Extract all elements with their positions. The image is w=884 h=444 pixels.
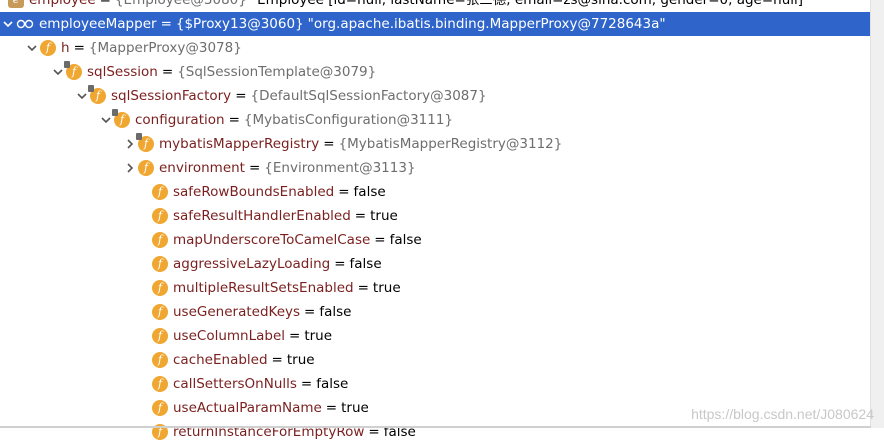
var-name: useActualParamName	[173, 400, 322, 416]
tree-row-environment[interactable]: f environment = {Environment@3113}	[0, 156, 871, 180]
var-name: mapUnderscoreToCamelCase	[173, 232, 371, 248]
tree-row-useColumnLabel[interactable]: f useColumnLabel = true	[0, 324, 871, 348]
var-value: false	[383, 424, 416, 440]
field-icon: f	[136, 133, 154, 152]
var-value: {MybatisMapperRegistry@3112}	[338, 136, 563, 152]
tree-row-safeRowBoundsEnabled[interactable]: f safeRowBoundsEnabled = false	[0, 180, 871, 204]
var-value: false	[349, 256, 382, 272]
var-name: sqlSessionFactory	[111, 88, 232, 104]
tree-row-sqlSession[interactable]: f sqlSession = {SqlSessionTemplate@3079}	[0, 60, 871, 84]
var-name: useGeneratedKeys	[173, 304, 301, 320]
var-name: callSettersOnNulls	[173, 376, 297, 392]
debugger-variables-tree: e employee = {Employee@3080} "Employee […	[0, 0, 871, 444]
var-name: configuration	[135, 112, 225, 128]
var-name: cacheEnabled	[173, 352, 268, 368]
var-value: false	[316, 376, 349, 392]
tree-row-sqlSessionFactory[interactable]: f sqlSessionFactory = {DefaultSqlSession…	[0, 84, 871, 108]
tree-row-useGeneratedKeys[interactable]: f useGeneratedKeys = false	[0, 300, 871, 324]
tree-row-aggressiveLazyLoading[interactable]: f aggressiveLazyLoading = false	[0, 252, 871, 276]
tree-row-returnInstanceForEmptyRow[interactable]: f returnInstanceForEmptyRow = false	[0, 420, 871, 444]
field-icon: f	[152, 280, 168, 296]
field-icon: f	[152, 400, 168, 416]
tree-row-employee[interactable]: e employee = {Employee@3080} "Employee […	[0, 0, 871, 12]
chevron-down-icon[interactable]	[0, 12, 16, 36]
field-icon: f	[40, 40, 56, 56]
var-value: true	[286, 352, 315, 368]
tree-row-safeResultHandlerEnabled[interactable]: f safeResultHandlerEnabled = true	[0, 204, 871, 228]
tree-row-employeeMapper[interactable]: employeeMapper = {$Proxy13@3060} "org.ap…	[0, 12, 871, 36]
var-name: employeeMapper	[39, 16, 157, 32]
var-name: multipleResultSetsEnabled	[173, 280, 354, 296]
field-icon: f	[112, 109, 130, 128]
tree-row-mybatisMapperRegistry[interactable]: f mybatisMapperRegistry = {MybatisMapper…	[0, 132, 871, 156]
var-name: h	[61, 40, 70, 56]
field-icon: f	[152, 184, 168, 200]
var-value: {MybatisConfiguration@3111}	[243, 112, 454, 128]
tree-row-configuration[interactable]: f configuration = {MybatisConfiguration@…	[0, 108, 871, 132]
vertical-scrollbar[interactable]	[870, 0, 884, 428]
var-value: {MapperProxy@3078}	[88, 40, 242, 56]
var-name: returnInstanceForEmptyRow	[173, 424, 365, 440]
field-icon: f	[152, 352, 168, 368]
var-value: true	[341, 400, 369, 416]
watermark: https://blog.csdn.net/J080624	[691, 406, 874, 422]
tree-row-callSettersOnNulls[interactable]: f callSettersOnNulls = false	[0, 372, 871, 396]
field-icon: f	[152, 304, 168, 320]
var-value: {DefaultSqlSessionFactory@3087}	[250, 88, 487, 104]
var-string: "org.apache.ibatis.binding.MapperProxy@7…	[307, 16, 666, 32]
var-name: safeResultHandlerEnabled	[173, 208, 351, 224]
var-name: aggressiveLazyLoading	[173, 256, 331, 272]
var-name: safeRowBoundsEnabled	[173, 184, 335, 200]
chevron-right-icon[interactable]	[122, 156, 138, 180]
var-name: environment	[159, 160, 245, 176]
var-value: {Employee@3080}	[114, 0, 247, 8]
tree-row-h[interactable]: f h = {MapperProxy@3078}	[0, 36, 871, 60]
field-icon: f	[152, 232, 168, 248]
var-value: true	[370, 208, 398, 224]
field-icon: f	[152, 376, 168, 392]
var-value: {SqlSessionTemplate@3079}	[177, 64, 377, 80]
tree-row-mapUnderscoreToCamelCase[interactable]: f mapUnderscoreToCamelCase = false	[0, 228, 871, 252]
field-icon: f	[152, 328, 168, 344]
var-value: false	[389, 232, 422, 248]
var-name: employee	[29, 0, 96, 8]
var-value: {$Proxy13@3060}	[175, 16, 304, 32]
var-value: {Environment@3113}	[264, 160, 416, 176]
var-name: sqlSession	[87, 64, 158, 80]
field-icon: f	[64, 61, 82, 80]
tree-row-multipleResultSetsEnabled[interactable]: f multipleResultSetsEnabled = true	[0, 276, 871, 300]
field-icon: f	[152, 208, 168, 224]
field-icon: e	[8, 0, 24, 8]
object-reference-icon	[16, 16, 34, 32]
var-value: false	[353, 184, 386, 200]
var-value: false	[319, 304, 352, 320]
field-icon: f	[152, 256, 168, 272]
field-icon: f	[88, 85, 106, 104]
field-icon: f	[138, 160, 154, 176]
chevron-down-icon[interactable]	[24, 36, 40, 60]
var-string: "Employee [id=null, lastName=张三德, email=…	[250, 0, 810, 8]
var-value: true	[372, 280, 401, 296]
var-name: mybatisMapperRegistry	[159, 136, 320, 152]
var-value: true	[304, 328, 333, 344]
var-name: useColumnLabel	[173, 328, 286, 344]
tree-row-cacheEnabled[interactable]: f cacheEnabled = true	[0, 348, 871, 372]
